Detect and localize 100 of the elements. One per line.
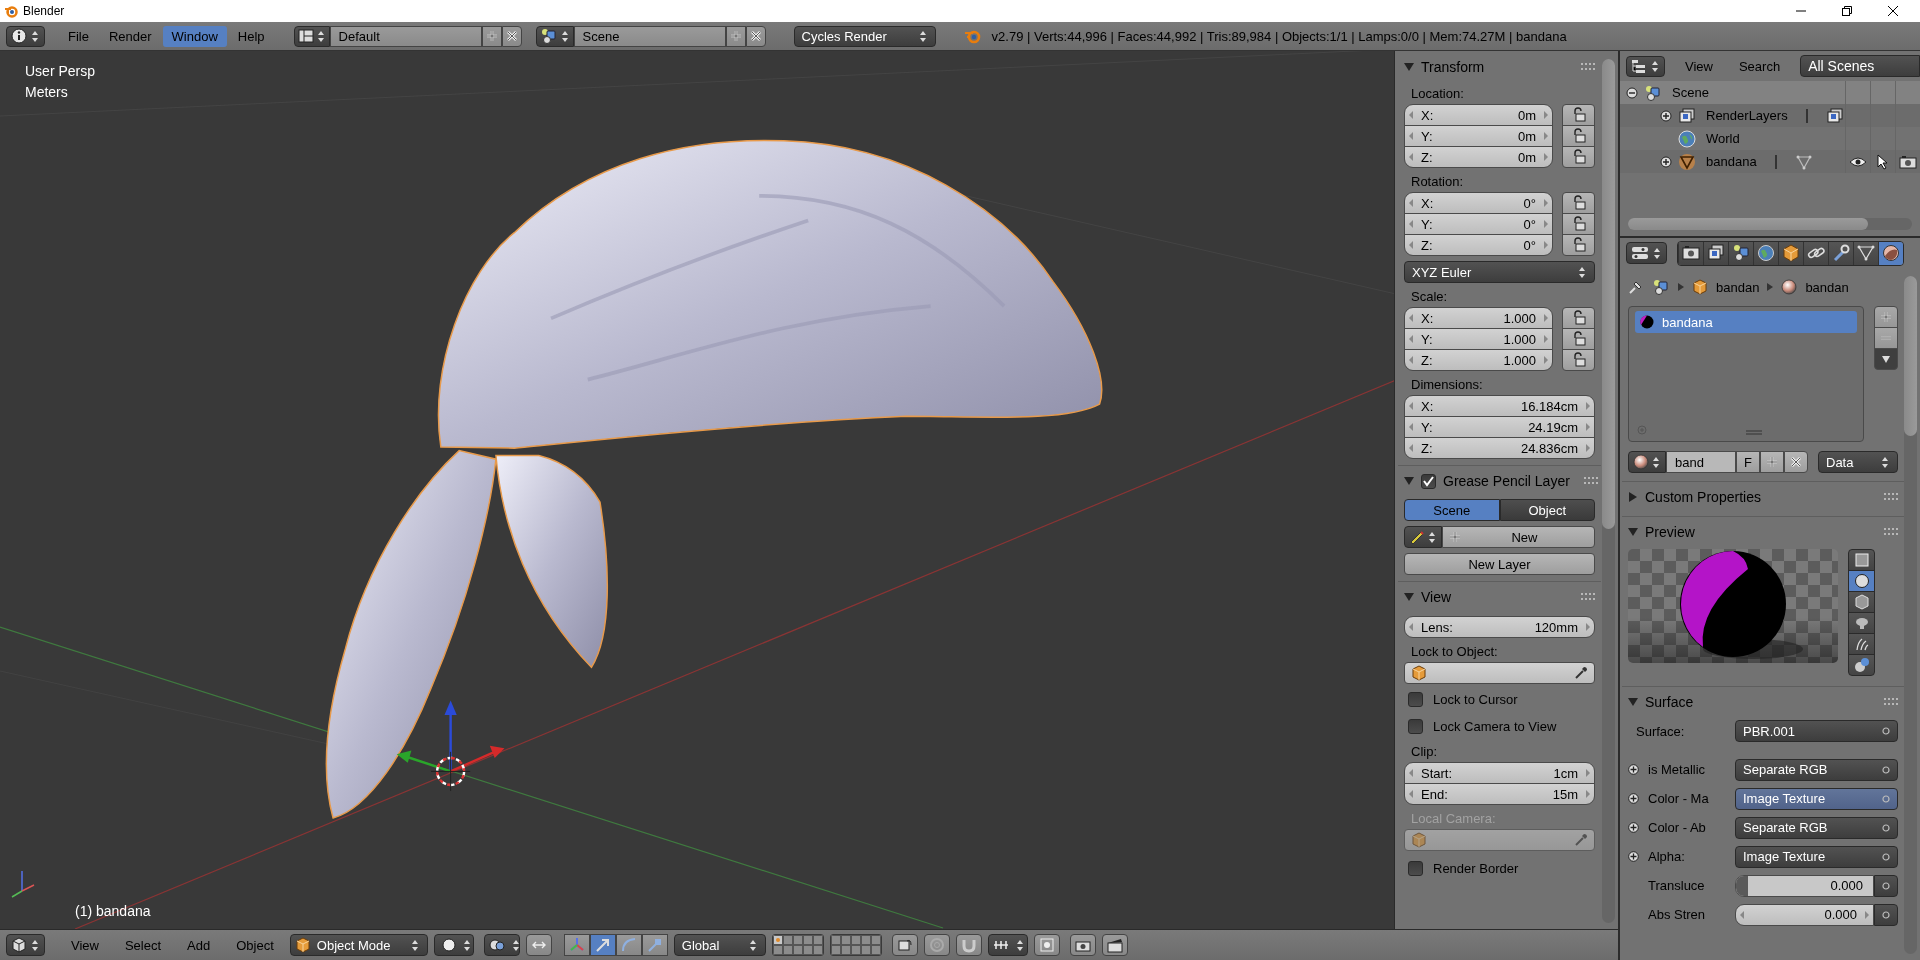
disclosure-triangle-icon[interactable] xyxy=(1404,592,1414,602)
fake-user-button[interactable]: F xyxy=(1736,451,1760,473)
snap-target-button[interactable] xyxy=(1033,934,1060,956)
disclosure-triangle-icon[interactable] xyxy=(1628,492,1638,502)
number-field[interactable]: X: 0° xyxy=(1404,192,1553,214)
add-button[interactable] xyxy=(725,25,746,47)
panel-title[interactable]: Grease Pencil Layer xyxy=(1443,473,1570,489)
screen-layout-dropdown[interactable] xyxy=(293,25,330,47)
input-link-dropdown[interactable]: Image Texture xyxy=(1735,787,1898,810)
outliner-row[interactable]: Scene xyxy=(1620,81,1920,104)
input-link-dropdown[interactable]: Image Texture xyxy=(1735,845,1898,868)
properties-tab[interactable] xyxy=(1728,241,1753,265)
pivot-dropdown[interactable] xyxy=(483,934,520,956)
panel-title[interactable]: View xyxy=(1421,589,1452,605)
expand-toggle-icon[interactable] xyxy=(1660,155,1672,168)
layer-button[interactable] xyxy=(830,945,841,955)
remove-slot-button[interactable] xyxy=(1874,327,1898,349)
disclosure-triangle-icon[interactable] xyxy=(1628,697,1638,707)
clapperboard-button[interactable] xyxy=(1101,934,1128,956)
menu-item[interactable]: Render xyxy=(99,25,161,47)
checkbox[interactable] xyxy=(1408,860,1423,876)
socket-button[interactable] xyxy=(1874,874,1898,897)
editor-type-dropdown[interactable] xyxy=(6,25,45,47)
checkbox[interactable] xyxy=(1408,718,1423,734)
add-slot-button[interactable] xyxy=(1874,306,1898,328)
number-field[interactable]: Z: 0° xyxy=(1404,234,1553,256)
lock-button[interactable] xyxy=(1562,146,1595,168)
tab[interactable]: Object xyxy=(1499,499,1595,521)
menu-item[interactable]: Window xyxy=(162,25,227,47)
menu-item[interactable]: Object xyxy=(226,937,284,953)
new-material-button[interactable] xyxy=(1760,451,1784,473)
lock-button[interactable] xyxy=(1562,104,1595,126)
object-field[interactable] xyxy=(1404,829,1595,851)
outliner-row[interactable]: RenderLayers xyxy=(1620,104,1920,127)
pencil-dropdown[interactable] xyxy=(1404,526,1442,548)
expand-input-icon[interactable] xyxy=(1628,822,1639,833)
number-field[interactable]: Z: 24.836cm xyxy=(1404,437,1595,459)
lock-camera-button[interactable] xyxy=(891,934,918,956)
manipulator-button[interactable] xyxy=(641,934,668,956)
shading-dropdown[interactable] xyxy=(433,934,474,956)
preview-shape-button[interactable] xyxy=(1848,549,1875,571)
rotation-mode-dropdown[interactable]: XYZ Euler xyxy=(1404,261,1595,283)
resize-handle-icon[interactable] xyxy=(1746,430,1762,435)
properties-tab[interactable] xyxy=(1678,241,1703,265)
tree-item-label[interactable]: Scene xyxy=(1672,85,1709,100)
tab[interactable]: Scene xyxy=(1404,499,1500,521)
scrollbar[interactable] xyxy=(1628,218,1912,230)
editor-type-dropdown[interactable] xyxy=(6,934,45,956)
properties-tab[interactable] xyxy=(1878,241,1903,265)
number-field[interactable]: Lens: 120mm xyxy=(1404,616,1595,638)
orientation-dropdown[interactable]: Global xyxy=(673,934,766,956)
preview-shape-button[interactable] xyxy=(1848,654,1875,676)
slider-field[interactable]: 0.000 xyxy=(1735,874,1874,897)
preview-shape-button[interactable] xyxy=(1848,591,1875,613)
lock-button[interactable] xyxy=(1562,125,1595,147)
expand-input-icon[interactable] xyxy=(1628,764,1639,775)
number-field[interactable]: Start: 1cm xyxy=(1404,762,1595,784)
lock-button[interactable] xyxy=(1562,213,1595,235)
expand-input-icon[interactable] xyxy=(1628,793,1639,804)
outliner-row[interactable]: bandana xyxy=(1620,150,1920,173)
render-engine-dropdown[interactable]: Cycles Render xyxy=(793,25,936,47)
properties-tab[interactable] xyxy=(1703,241,1728,265)
number-field[interactable]: Z: 0m xyxy=(1404,146,1553,168)
expand-toggle-icon[interactable] xyxy=(1626,86,1638,99)
display-mode-dropdown[interactable]: All Scenes xyxy=(1800,55,1920,77)
link-dropdown[interactable]: Data xyxy=(1818,451,1898,473)
scrollbar[interactable] xyxy=(1602,59,1615,923)
panel-title[interactable]: Custom Properties xyxy=(1645,489,1761,505)
number-field[interactable]: Y: 24.19cm xyxy=(1404,416,1595,438)
material-name-field[interactable]: band xyxy=(1666,451,1736,473)
number-field[interactable]: Z: 1.000 xyxy=(1404,349,1553,371)
snap-element-dropdown[interactable] xyxy=(987,934,1028,956)
lock-button[interactable] xyxy=(1562,349,1595,371)
number-field[interactable]: Y: 0m xyxy=(1404,125,1553,147)
panel-title[interactable]: Preview xyxy=(1645,524,1695,540)
number-field[interactable]: Y: 1.000 xyxy=(1404,328,1553,350)
expand-input-icon[interactable] xyxy=(1628,851,1639,862)
new-layer-button[interactable]: New Layer xyxy=(1404,553,1595,575)
properties-tab[interactable] xyxy=(1853,241,1878,265)
material-browse-dropdown[interactable] xyxy=(1628,451,1666,473)
snap-toggle-button[interactable] xyxy=(525,934,552,956)
panel-title[interactable]: Transform xyxy=(1421,59,1485,75)
screen-layout-field[interactable]: Default xyxy=(329,25,482,47)
number-field[interactable]: X: 16.184cm xyxy=(1404,395,1595,417)
lock-button[interactable] xyxy=(1562,328,1595,350)
disclosure-triangle-icon[interactable] xyxy=(1404,476,1414,486)
delete-button[interactable] xyxy=(501,25,522,47)
add-button[interactable] xyxy=(481,25,502,47)
preview-shape-button[interactable] xyxy=(1848,612,1875,634)
lock-button[interactable] xyxy=(1562,307,1595,329)
menu-item[interactable]: Add xyxy=(177,937,221,953)
specials-menu-button[interactable] xyxy=(1874,348,1898,370)
magnet-button[interactable] xyxy=(955,934,982,956)
proportional-edit-button[interactable] xyxy=(923,934,950,956)
number-field[interactable]: X: 1.000 xyxy=(1404,307,1553,329)
disclosure-triangle-icon[interactable] xyxy=(1404,62,1414,72)
editor-type-dropdown[interactable] xyxy=(1626,242,1667,264)
layer-button[interactable] xyxy=(772,945,783,955)
socket-button[interactable] xyxy=(1874,903,1898,926)
manipulator-button[interactable] xyxy=(563,934,590,956)
